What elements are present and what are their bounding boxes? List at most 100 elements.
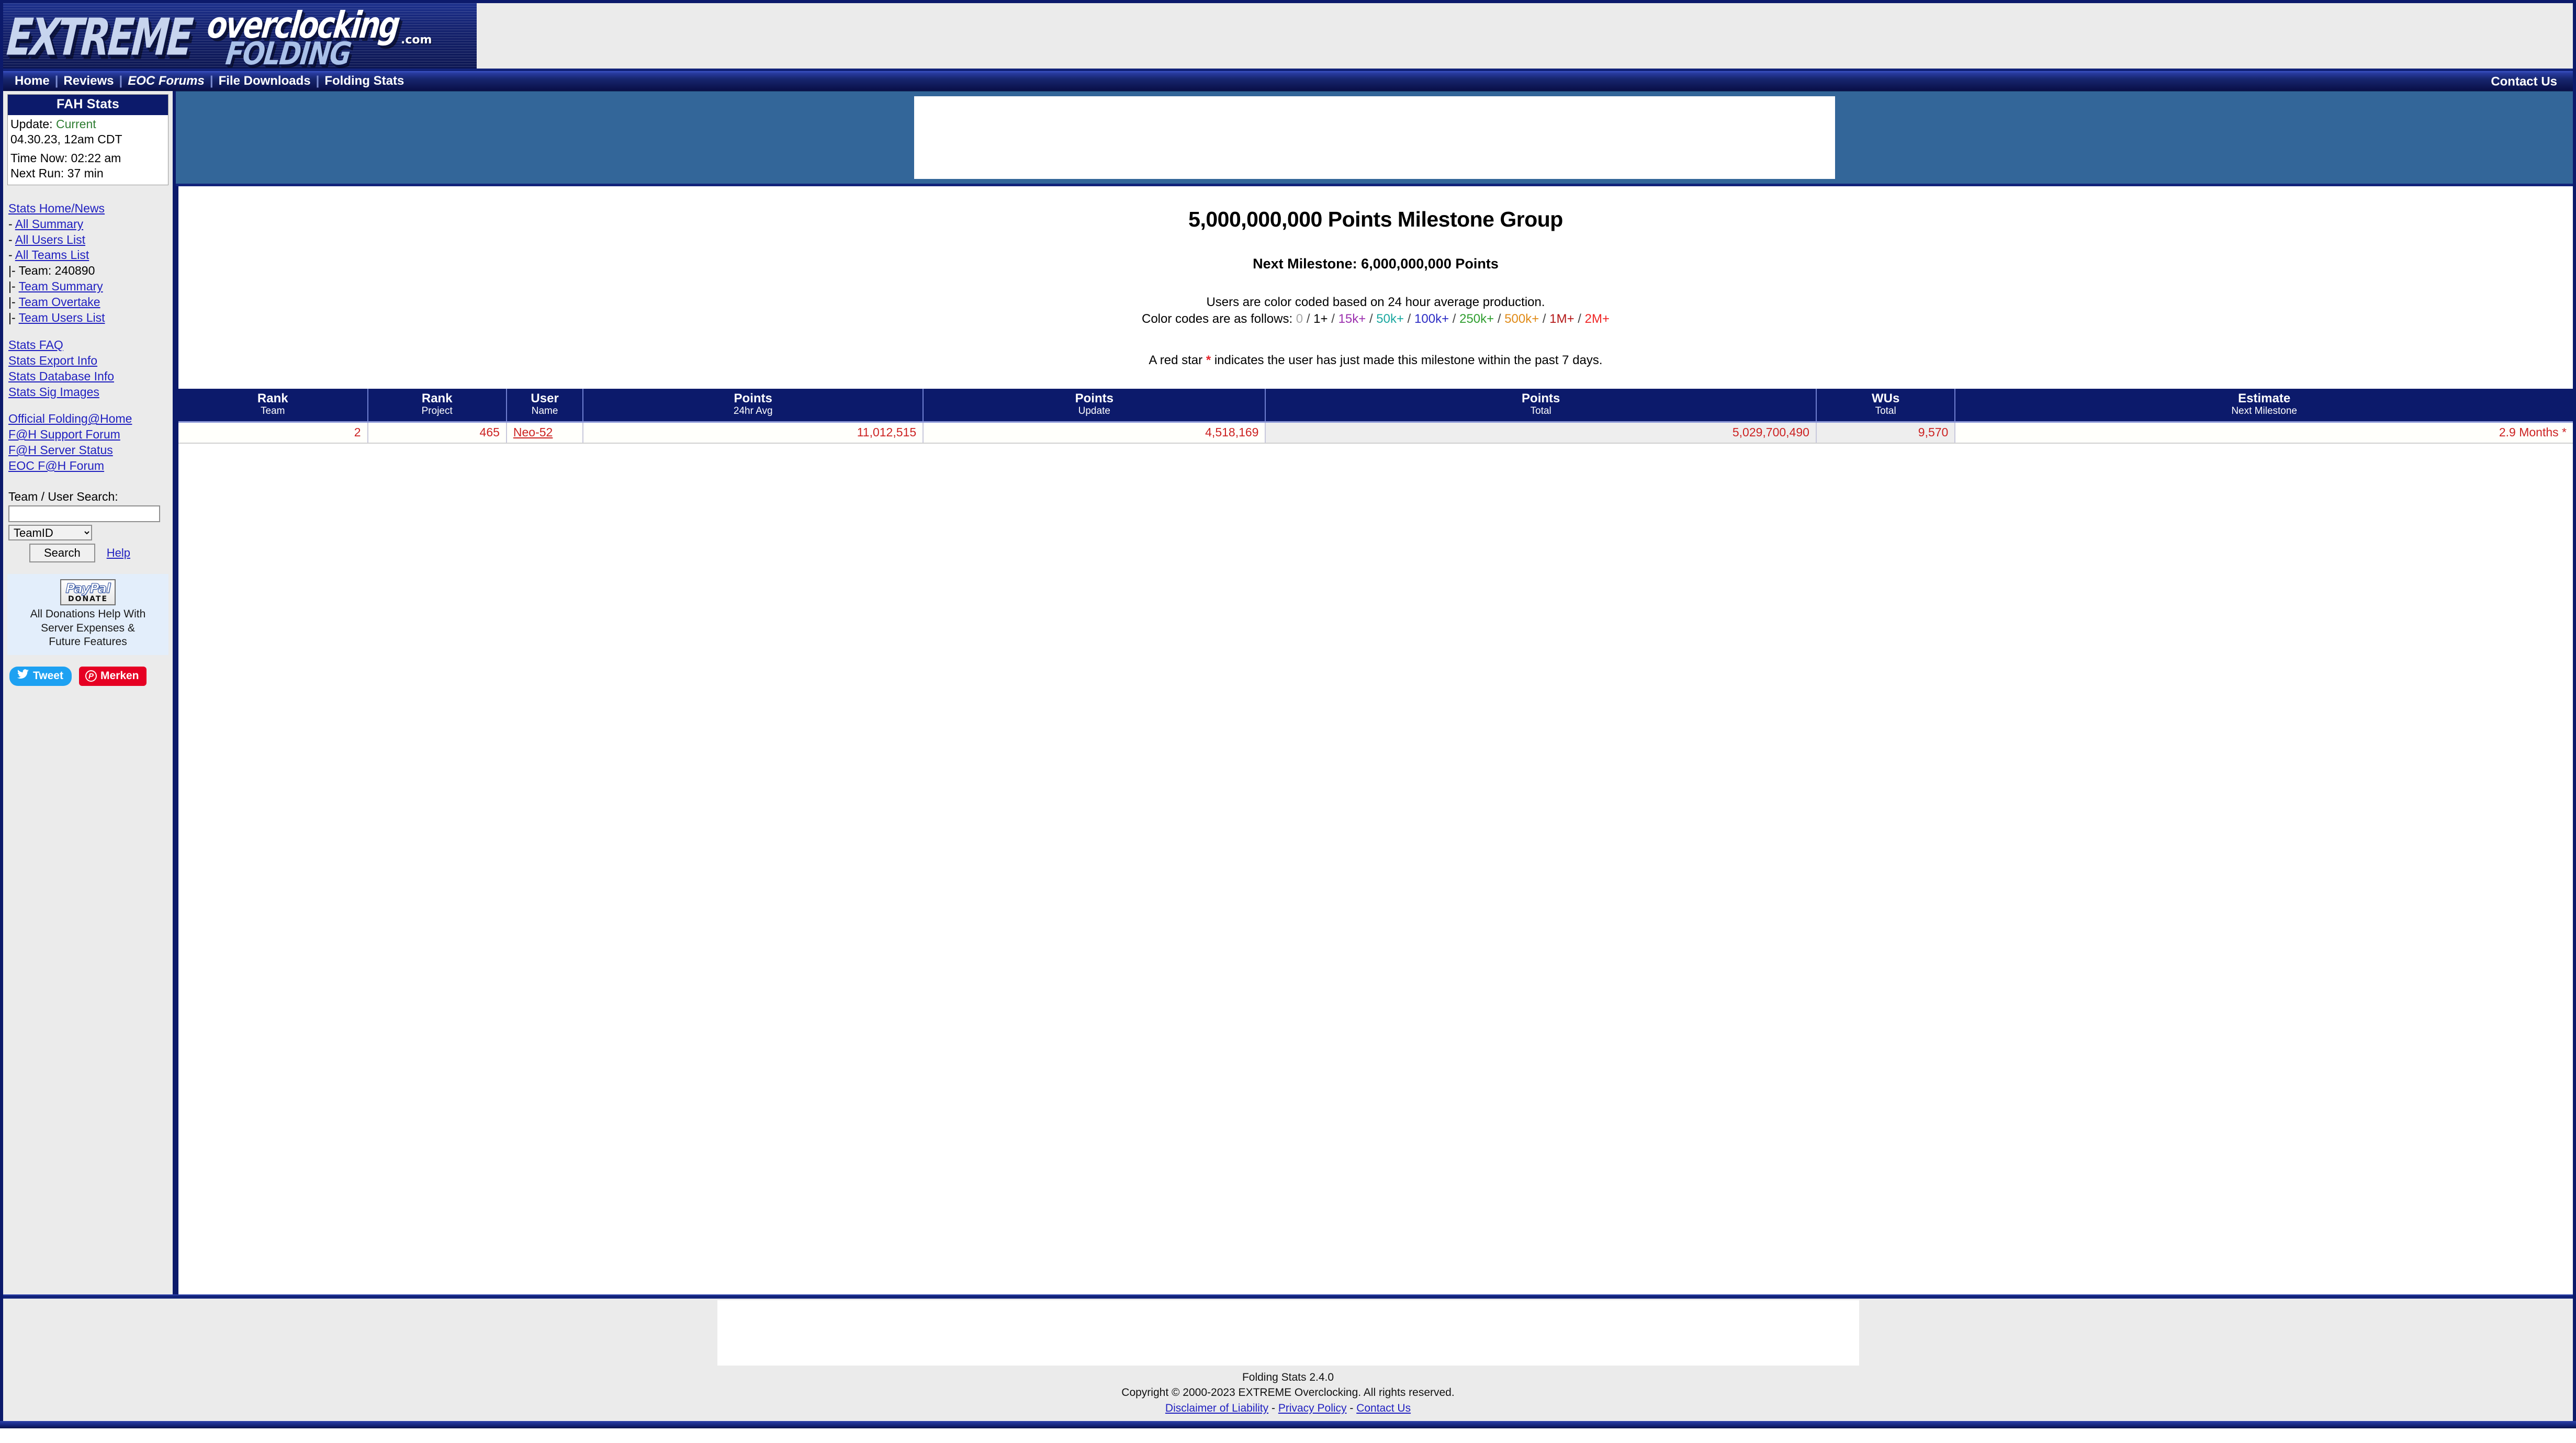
sidebar-item-fah-support-forum[interactable]: F@H Support Forum <box>8 427 168 443</box>
sidebar-item-fah-server-status[interactable]: F@H Server Status <box>8 443 168 458</box>
sidebar-item-stats-faq[interactable]: Stats FAQ <box>8 337 168 353</box>
sidebar-item-all-summary[interactable]: - All Summary <box>8 217 168 232</box>
search-help-link[interactable]: Help <box>107 546 130 560</box>
sidebar-item-team-summary[interactable]: |- Team Summary <box>8 279 168 295</box>
sidebar-link-stats-export-info[interactable]: Stats Export Info <box>8 354 97 367</box>
sidebar-link-team-users-list[interactable]: Team Users List <box>19 311 105 324</box>
next-milestone-subtitle: Next Milestone: 6,000,000,000 Points <box>1253 256 1499 272</box>
logo-text-dotcom: .com <box>401 33 432 47</box>
update-date: 04.30.23, 12am CDT <box>10 132 122 146</box>
col-estimate[interactable]: Estimate Next Milestone <box>1955 388 2573 423</box>
sidebar-link-official-folding-home[interactable]: Official Folding@Home <box>8 412 132 425</box>
cell-user-name[interactable]: Neo-52 <box>506 422 584 444</box>
nav-item-home[interactable]: Home <box>9 74 55 88</box>
navbar-links: Home | Reviews | EOC Forums | File Downl… <box>9 74 409 88</box>
paypal-donate-text: DONATE <box>68 595 108 603</box>
sidebar-item-stats-export-info[interactable]: Stats Export Info <box>8 353 168 369</box>
sidebar-link-fah-server-status[interactable]: F@H Server Status <box>8 443 113 457</box>
tree-branch: |- <box>8 264 19 278</box>
cell-points-update: 4,518,169 <box>923 422 1266 444</box>
col-rank-project[interactable]: Rank Project <box>367 388 507 423</box>
nav-item-folding-stats[interactable]: Folding Stats <box>319 74 409 88</box>
footer-version: Folding Stats 2.4.0 <box>1242 1371 1334 1383</box>
navbar-right: Contact Us <box>2485 73 2562 89</box>
next-run: Next Run: 37 min <box>10 166 104 181</box>
col-points-update[interactable]: Points Update <box>923 388 1266 423</box>
nav-item-contact-us[interactable]: Contact Us <box>2485 75 2562 89</box>
page-title: 5,000,000,000 Points Milestone Group <box>1188 207 1563 231</box>
col-points-24hr[interactable]: Points 24hr Avg <box>583 388 924 423</box>
sidebar-link-stats-database-info[interactable]: Stats Database Info <box>8 369 114 383</box>
search-type-select[interactable]: TeamID <box>8 525 92 540</box>
sidebar-link-stats-faq[interactable]: Stats FAQ <box>8 338 63 352</box>
search-input[interactable] <box>8 505 160 522</box>
sidebar-item-all-users-list[interactable]: - All Users List <box>8 232 168 248</box>
search-button[interactable]: Search <box>29 544 95 562</box>
sidebar-link-eoc-fah-forum[interactable]: EOC F@H Forum <box>8 459 104 472</box>
color-code-1plus: 1+ <box>1313 312 1328 326</box>
table-row[interactable]: 2 465 Neo-52 11,012,515 4,518,169 5,029,… <box>178 422 2573 444</box>
top-ad-placeholder[interactable] <box>914 96 1835 179</box>
footer-link-disclaimer[interactable]: Disclaimer of Liability <box>1165 1402 1268 1414</box>
col-rank-team[interactable]: Rank Team <box>178 388 368 423</box>
milestone-stats-table: Rank Team Rank Project User Name Points … <box>178 388 2573 444</box>
col-user-name-sub: Name <box>531 405 558 416</box>
sidebar-link-team-overtake[interactable]: Team Overtake <box>19 295 100 309</box>
nav-item-file-downloads[interactable]: File Downloads <box>213 74 316 88</box>
bottom-ad-placeholder[interactable] <box>717 1300 1859 1366</box>
sidebar-link-stats-sig-images[interactable]: Stats Sig Images <box>8 385 99 399</box>
paypal-donate-button[interactable]: PayPal DONATE <box>60 579 116 606</box>
col-wus-total[interactable]: WUs Total <box>1816 388 1956 423</box>
sidebar-item-official-fah[interactable]: Official Folding@Home <box>8 411 168 427</box>
site-logo[interactable]: EXTREME overclocking FOLDING .com <box>3 3 477 71</box>
user-name-link[interactable]: Neo-52 <box>513 425 553 439</box>
sidebar-link-team-summary[interactable]: Team Summary <box>19 279 103 293</box>
tree-branch: |- <box>8 295 19 309</box>
col-points-total-main: Points <box>1522 391 1560 405</box>
col-estimate-main: Estimate <box>2238 391 2291 405</box>
sidebar-item-stats-home[interactable]: Stats Home/News <box>8 201 168 217</box>
sidebar-link-all-teams-list[interactable]: All Teams List <box>15 248 89 262</box>
donation-box: PayPal DONATE All Donations Help With Se… <box>7 574 168 656</box>
sidebar-item-team-users-list[interactable]: |- Team Users List <box>8 310 168 326</box>
cell-points-total: 5,029,700,490 <box>1265 422 1817 444</box>
sidebar-item-eoc-fah-forum[interactable]: EOC F@H Forum <box>8 458 168 474</box>
nav-item-reviews[interactable]: Reviews <box>58 74 119 88</box>
sidebar-nav-links: Stats Home/News - All Summary - All User… <box>7 201 168 474</box>
bullet-dash: - <box>8 248 15 262</box>
sidebar-link-all-users-list[interactable]: All Users List <box>15 233 85 246</box>
nav-item-eoc-forums[interactable]: EOC Forums <box>122 74 210 88</box>
footer-copyright: Copyright © 2000-2023 EXTREME Overclocki… <box>1121 1386 1455 1399</box>
pinterest-save-button[interactable]: P Merken <box>78 667 147 686</box>
footer-text: Folding Stats 2.4.0 Copyright © 2000-202… <box>3 1366 2573 1421</box>
tweet-label: Tweet <box>33 670 63 682</box>
sidebar-item-team-overtake[interactable]: |- Team Overtake <box>8 295 168 310</box>
page-footer: Folding Stats 2.4.0 Copyright © 2000-202… <box>0 1294 2576 1422</box>
footer-bottom-bar <box>0 1421 2576 1429</box>
sidebar-link-all-summary[interactable]: All Summary <box>15 217 83 231</box>
table-header: Rank Team Rank Project User Name Points … <box>178 388 2573 423</box>
col-rank-project-main: Rank <box>421 391 453 405</box>
col-rank-team-sub: Team <box>261 405 285 416</box>
twitter-tweet-button[interactable]: Tweet <box>9 667 72 686</box>
footer-link-contact[interactable]: Contact Us <box>1356 1402 1411 1414</box>
logo-text-folding: FOLDING <box>223 36 353 71</box>
col-user-name[interactable]: User Name <box>506 388 584 423</box>
sidebar-item-all-teams-list[interactable]: - All Teams List <box>8 247 168 263</box>
sidebar-link-fah-support-forum[interactable]: F@H Support Forum <box>8 427 120 441</box>
color-code-2m: 2M+ <box>1584 312 1610 326</box>
donation-note-line1: All Donations Help With <box>30 608 146 621</box>
col-wus-total-main: WUs <box>1871 391 1900 405</box>
footer-link-privacy[interactable]: Privacy Policy <box>1278 1402 1347 1414</box>
sidebar-item-stats-database-info[interactable]: Stats Database Info <box>8 369 168 385</box>
sidebar-item-stats-sig-images[interactable]: Stats Sig Images <box>8 385 168 400</box>
sidebar-link-stats-home[interactable]: Stats Home/News <box>8 201 105 215</box>
col-points-total[interactable]: Points Total <box>1265 388 1817 423</box>
sidebar-item-team-id: |- Team: 240890 <box>8 263 168 279</box>
nav-separator: | <box>54 74 59 88</box>
logo-text-extreme: EXTREME <box>5 7 194 67</box>
time-now: Time Now: 02:22 am <box>10 151 121 165</box>
main-column: 5,000,000,000 Points Milestone Group Nex… <box>176 91 2573 1294</box>
bottom-ad-band <box>3 1299 2573 1366</box>
